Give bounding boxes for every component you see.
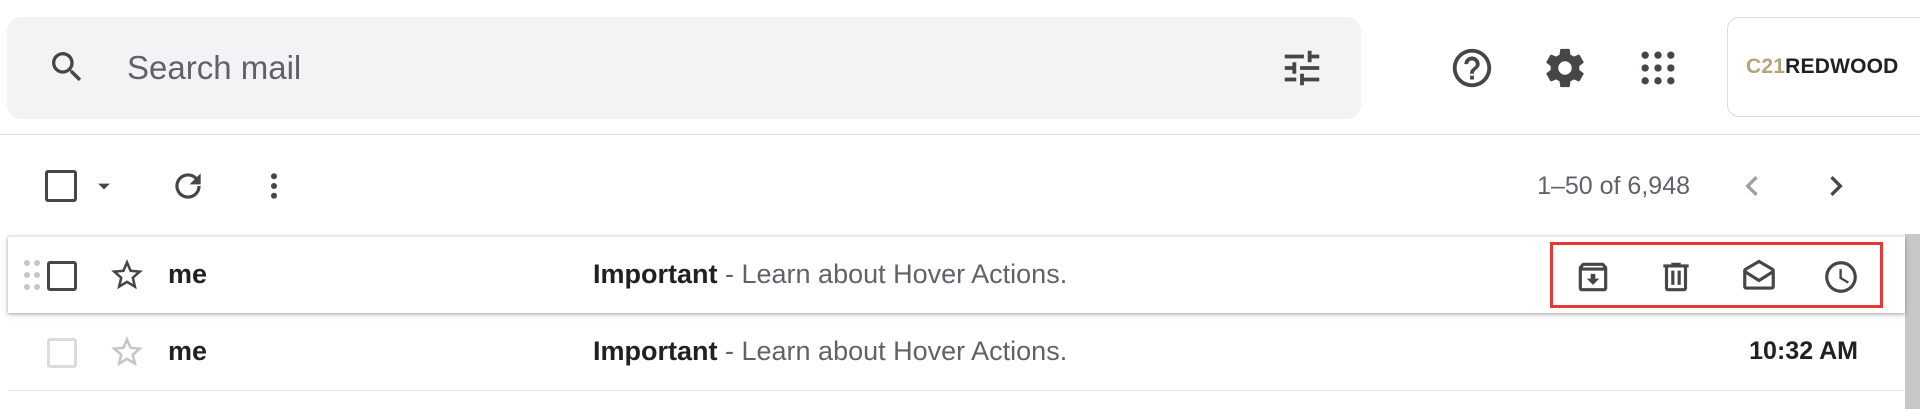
envelope-open-icon xyxy=(1740,258,1778,296)
pagination-range: 1–50 of 6,948 xyxy=(1537,172,1690,200)
newer-page-button[interactable] xyxy=(1732,166,1772,206)
email-snippet: - Learn about Hover Actions. xyxy=(717,336,1068,366)
header-divider xyxy=(0,134,1920,135)
older-page-button[interactable] xyxy=(1816,166,1856,206)
search-icon[interactable] xyxy=(47,47,87,87)
chevron-down-icon xyxy=(90,172,118,200)
select-all-checkbox[interactable] xyxy=(45,170,77,202)
refresh-button[interactable] xyxy=(168,166,208,206)
more-vert-icon xyxy=(256,168,292,204)
search-input[interactable] xyxy=(127,42,1127,94)
email-sender: me xyxy=(168,336,208,366)
email-subject: Important xyxy=(593,336,718,366)
archive-button[interactable] xyxy=(1573,257,1613,297)
star-icon[interactable] xyxy=(108,333,146,371)
apps-button[interactable] xyxy=(1630,40,1686,96)
search-options-icon[interactable] xyxy=(1279,45,1325,91)
email-subject-line: Important - Learn about Hover Actions. xyxy=(593,259,1067,290)
email-checkbox[interactable] xyxy=(47,338,77,368)
archive-icon xyxy=(1574,258,1612,296)
snooze-button[interactable] xyxy=(1821,257,1861,297)
select-menu-button[interactable] xyxy=(90,172,118,200)
email-checkbox[interactable] xyxy=(47,261,77,291)
email-row[interactable]: me Important - Learn about Hover Actions… xyxy=(8,236,1905,313)
vertical-scrollbar[interactable] xyxy=(1905,234,1920,409)
drag-handle-icon[interactable] xyxy=(22,259,42,291)
refresh-icon xyxy=(169,167,207,205)
settings-button[interactable] xyxy=(1537,40,1593,96)
email-snippet: - Learn about Hover Actions. xyxy=(717,259,1068,289)
delete-button[interactable] xyxy=(1656,257,1696,297)
account-brand-logo[interactable]: C21 REDWOOD xyxy=(1727,17,1920,117)
email-sender: me xyxy=(168,259,208,289)
email-subject: Important xyxy=(593,259,718,289)
chevron-right-icon xyxy=(1816,166,1856,206)
hover-actions-highlight xyxy=(1550,242,1883,308)
brand-name: REDWOOD xyxy=(1785,55,1899,78)
brand-prefix: C21 xyxy=(1746,55,1786,78)
email-time: 10:32 AM xyxy=(1749,337,1858,365)
settings-icon xyxy=(1542,45,1588,91)
apps-grid-icon xyxy=(1636,46,1680,90)
clock-icon xyxy=(1822,258,1860,296)
mark-as-read-button[interactable] xyxy=(1739,257,1779,297)
trash-icon xyxy=(1657,258,1695,296)
email-row[interactable]: me Important - Learn about Hover Actions… xyxy=(8,314,1905,391)
email-subject-line: Important - Learn about Hover Actions. xyxy=(593,336,1067,367)
more-options-button[interactable] xyxy=(258,166,290,206)
help-icon xyxy=(1449,45,1495,91)
search-bar[interactable] xyxy=(7,17,1361,119)
help-button[interactable] xyxy=(1444,40,1500,96)
star-icon[interactable] xyxy=(108,256,146,294)
chevron-left-icon xyxy=(1732,166,1772,206)
